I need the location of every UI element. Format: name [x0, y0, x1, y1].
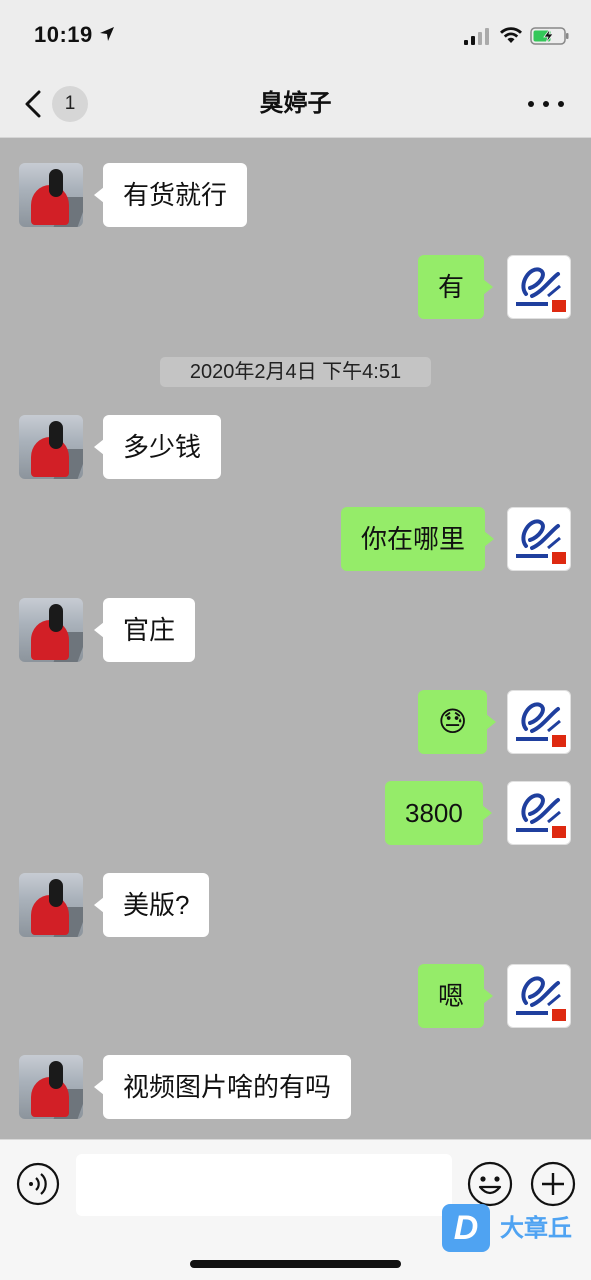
- emoji-icon[interactable]: [467, 1161, 513, 1207]
- message-input[interactable]: [76, 1154, 452, 1216]
- status-bar: 10:19: [0, 0, 591, 70]
- company-logo-icon: [516, 267, 566, 312]
- message-timestamp: 2020年2月4日 下午4:51: [160, 357, 431, 387]
- incoming-message-bubble[interactable]: 美版?: [93, 873, 210, 937]
- sweat-emoji-icon: 😓: [438, 706, 468, 737]
- add-more-icon[interactable]: [530, 1161, 576, 1207]
- my-avatar[interactable]: [507, 255, 571, 319]
- cellular-signal-icon: [464, 28, 489, 45]
- home-indicator[interactable]: [190, 1260, 401, 1268]
- chat-screen: 10:19 1 臭婷子 有货就行 有 2020年2月4日 下午4:51 多少钱 …: [0, 0, 591, 1280]
- battery-charging-icon: [530, 27, 569, 45]
- chevron-left-icon: [25, 90, 41, 118]
- message-list[interactable]: 有货就行 有 2020年2月4日 下午4:51 多少钱 你在哪里 官庄 😓 38…: [0, 139, 591, 1139]
- incoming-message-bubble[interactable]: 多少钱: [93, 415, 222, 479]
- my-avatar[interactable]: [507, 507, 571, 571]
- more-options-button[interactable]: [524, 90, 568, 118]
- back-button[interactable]: 1: [20, 84, 100, 124]
- incoming-message-bubble[interactable]: 有货就行: [93, 163, 248, 227]
- watermark-text: 大章丘: [500, 1215, 572, 1242]
- navigation-bar: 1 臭婷子: [0, 70, 591, 138]
- contact-avatar[interactable]: [19, 598, 83, 662]
- wifi-icon: [500, 27, 522, 43]
- contact-avatar[interactable]: [19, 415, 83, 479]
- contact-avatar[interactable]: [19, 1055, 83, 1119]
- contact-avatar[interactable]: [19, 873, 83, 937]
- watermark-logo-icon: D: [442, 1204, 490, 1252]
- contact-avatar[interactable]: [19, 163, 83, 227]
- incoming-message-bubble[interactable]: 视频图片啥的有吗: [93, 1055, 352, 1119]
- company-logo-icon: [516, 519, 566, 564]
- unread-count-badge: 1: [52, 86, 88, 122]
- location-arrow-icon: [100, 27, 114, 41]
- my-avatar[interactable]: [507, 964, 571, 1028]
- company-logo-icon: [516, 702, 566, 747]
- status-time: 10:19: [34, 22, 93, 47]
- outgoing-message-bubble[interactable]: 嗯: [418, 964, 494, 1028]
- outgoing-emoji-bubble[interactable]: 😓: [418, 690, 497, 754]
- outgoing-message-bubble[interactable]: 你在哪里: [341, 507, 495, 571]
- incoming-message-bubble[interactable]: 官庄: [93, 598, 196, 662]
- company-logo-icon: [516, 976, 566, 1021]
- outgoing-message-bubble[interactable]: 有: [418, 255, 494, 319]
- my-avatar[interactable]: [507, 781, 571, 845]
- company-logo-icon: [516, 793, 566, 838]
- voice-input-icon[interactable]: [16, 1162, 60, 1206]
- outgoing-message-bubble[interactable]: 3800: [385, 781, 492, 845]
- watermark: D 大章丘: [442, 1204, 582, 1256]
- my-avatar[interactable]: [507, 690, 571, 754]
